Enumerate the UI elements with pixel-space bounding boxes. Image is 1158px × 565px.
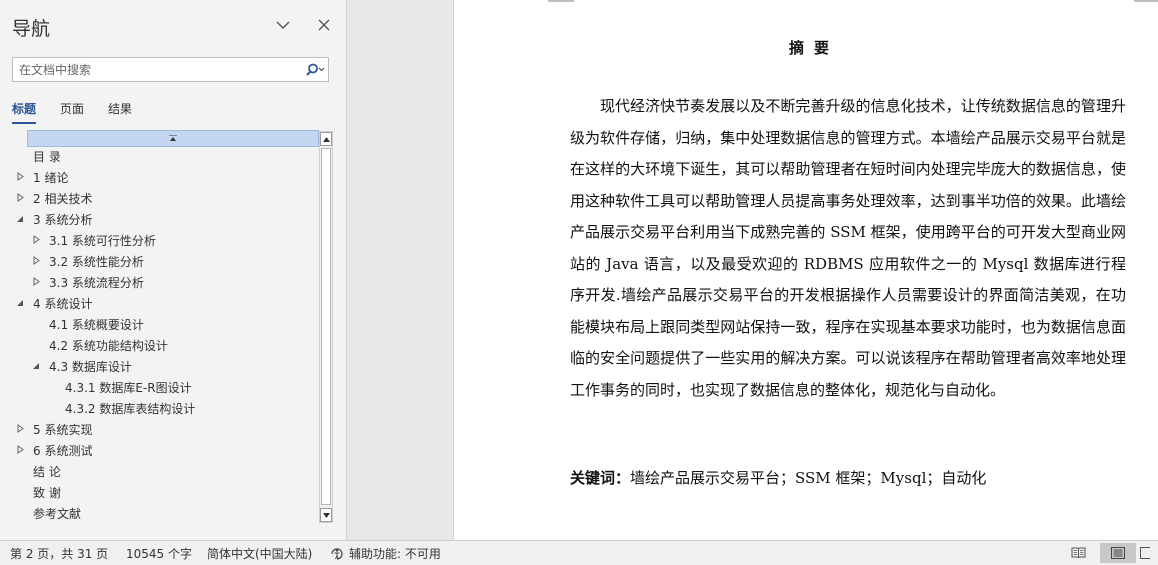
nav-scrollbar[interactable] (319, 131, 333, 523)
search-input[interactable] (13, 58, 302, 81)
heading-item-label: 5 系统实现 (33, 423, 93, 437)
heading-item-label: 4 系统设计 (33, 297, 93, 311)
heading-item[interactable]: 4.2 系统功能结构设计 (12, 336, 319, 357)
heading-item-label: 6 系统测试 (33, 444, 93, 458)
heading-item[interactable]: 参考文献 (12, 504, 319, 523)
web-layout-button[interactable] (1140, 543, 1158, 563)
heading-item[interactable]: 6 系统测试 (12, 441, 319, 462)
tab-0[interactable]: 标题 (12, 100, 37, 124)
keywords-label: 关键词： (570, 469, 631, 487)
document-page[interactable]: 摘要 现代经济快节奏发展以及不断完善升级的信息化技术，让传统数据信息的管理升级为… (453, 0, 1158, 540)
heading-item[interactable]: 1 绪论 (12, 168, 319, 189)
close-icon (318, 19, 330, 31)
accessibility-icon (331, 547, 343, 560)
heading-tree: 目 录 1 绪论 2 相关技术 3 系统分析 3.1 系统可行性分析 3.2 系统性能分析… (12, 130, 319, 523)
nav-close-button[interactable] (313, 14, 335, 36)
heading-item[interactable]: 3 系统分析 (12, 210, 319, 231)
search-box (12, 57, 329, 82)
heading-item[interactable]: 4 系统设计 (12, 294, 319, 315)
read-mode-icon (1071, 547, 1085, 559)
nav-tabs: 标题 页面 结果 (12, 100, 132, 124)
collapsed-triangle-icon[interactable] (30, 273, 42, 294)
nav-title: 导航 (12, 18, 51, 40)
abstract-body: 现代经济快节奏发展以及不断完善升级的信息化技术，让传统数据信息的管理升级为软件存… (570, 97, 1126, 399)
expanded-triangle-icon[interactable] (14, 210, 26, 231)
heading-item-label: 3 系统分析 (33, 213, 93, 227)
scrollbar-thumb[interactable] (321, 148, 331, 505)
heading-item-label: 致 谢 (33, 486, 61, 500)
collapsed-triangle-icon[interactable] (14, 189, 26, 210)
heading-item[interactable]: 4.3.1 数据库E-R图设计 (12, 378, 319, 399)
tab-2[interactable]: 结果 (108, 100, 132, 124)
collapse-up-icon (169, 135, 177, 141)
accessibility-status[interactable]: 辅助功能: 不可用 (330, 545, 441, 562)
heading-item[interactable]: 结 论 (12, 462, 319, 483)
triangle-down-icon (322, 512, 330, 518)
print-layout-icon (1111, 547, 1125, 559)
scroll-up-button[interactable] (320, 132, 332, 146)
tab-1[interactable]: 页面 (60, 100, 84, 124)
heading-item-label: 4.1 系统概要设计 (49, 318, 144, 332)
heading-item[interactable]: 3.3 系统流程分析 (12, 273, 319, 294)
heading-item-label: 4.3.2 数据库表结构设计 (65, 402, 196, 416)
collapsed-triangle-icon[interactable] (30, 231, 42, 252)
page-corner-mark (1134, 0, 1158, 2)
word-count[interactable]: 10545 个字 (126, 545, 192, 562)
heading-item[interactable]: 4.1 系统概要设计 (12, 315, 319, 336)
language-indicator[interactable]: 简体中文(中国大陆) (207, 545, 312, 562)
page-corner-mark (548, 0, 574, 2)
heading-item[interactable]: 3.1 系统可行性分析 (12, 231, 319, 252)
heading-item-label: 3.1 系统可行性分析 (49, 234, 156, 248)
heading-item[interactable]: 4.3.2 数据库表结构设计 (12, 399, 319, 420)
heading-item[interactable]: 5 系统实现 (12, 420, 319, 441)
abstract-title: 摘要 (789, 39, 840, 57)
collapsed-triangle-icon[interactable] (30, 252, 42, 273)
heading-item-label: 1 绪论 (33, 171, 69, 185)
keywords-text: 墙绘产品展示交易平台；SSM 框架；Mysql；自动化 (630, 469, 987, 487)
heading-item-label: 4.3.1 数据库E-R图设计 (65, 381, 192, 395)
triangle-up-icon (322, 136, 330, 142)
expanded-triangle-icon[interactable] (14, 294, 26, 315)
status-bar: 第 2 页，共 31 页 10545 个字 简体中文(中国大陆) 辅助功能: 不… (0, 540, 1158, 565)
web-layout-icon (1140, 547, 1150, 559)
collapsed-triangle-icon[interactable] (14, 420, 26, 441)
heading-item[interactable]: 2 相关技术 (12, 189, 319, 210)
heading-item[interactable]: 4.3 数据库设计 (12, 357, 319, 378)
scroll-down-button[interactable] (320, 508, 332, 522)
heading-item[interactable]: 目 录 (12, 147, 319, 168)
heading-item-label: 参考文献 (33, 507, 82, 521)
read-mode-button[interactable] (1060, 543, 1096, 563)
heading-item[interactable]: 致 谢 (12, 483, 319, 504)
heading-item-label: 3.2 系统性能分析 (49, 255, 144, 269)
keywords-line: 关键词：墙绘产品展示交易平台；SSM 框架；Mysql；自动化 (570, 467, 986, 488)
heading-item-label: 3.3 系统流程分析 (49, 276, 144, 290)
collapse-all-bar[interactable] (27, 130, 319, 147)
heading-item[interactable]: 3.2 系统性能分析 (12, 252, 319, 273)
search-icon (306, 63, 325, 76)
heading-item-label: 结 论 (33, 465, 61, 479)
heading-item-label: 目 录 (33, 150, 61, 164)
navigation-pane: 导航 标题页面结果 目 录 1 绪论 2 相关技术 3 系统分析 3.1 系统可行性分析… (0, 0, 347, 540)
heading-item-label: 4.3 数据库设计 (49, 360, 132, 374)
collapsed-triangle-icon[interactable] (14, 441, 26, 462)
print-layout-button[interactable] (1100, 543, 1136, 563)
page-count[interactable]: 第 2 页，共 31 页 (10, 545, 108, 562)
collapsed-triangle-icon[interactable] (14, 168, 26, 189)
heading-item-label: 2 相关技术 (33, 192, 93, 206)
nav-options-button[interactable] (272, 14, 294, 36)
search-button[interactable] (302, 58, 328, 81)
expanded-triangle-icon[interactable] (30, 357, 42, 378)
chevron-down-icon (276, 21, 290, 29)
accessibility-label: 辅助功能: 不可用 (349, 547, 441, 561)
heading-item-label: 4.2 系统功能结构设计 (49, 339, 168, 353)
